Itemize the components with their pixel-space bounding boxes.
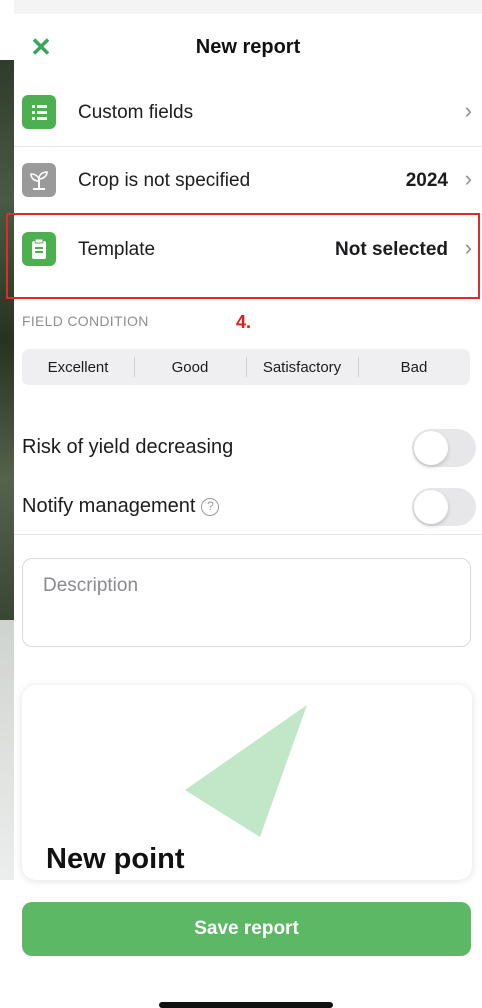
field-condition-segmented-control: Excellent Good Satisfactory Bad <box>22 349 470 385</box>
new-point-card[interactable]: New point <box>22 685 472 880</box>
crop-label: Crop is not specified <box>78 170 251 191</box>
custom-fields-row[interactable]: Custom fields › <box>14 80 482 146</box>
description-field[interactable] <box>22 558 471 647</box>
background-map-strip <box>0 60 14 620</box>
annotation-step-label: 4. <box>236 312 252 332</box>
report-sheet: ✕ New report Custom fields › Crop is not… <box>6 0 482 1008</box>
notify-management-toggle[interactable] <box>412 488 476 526</box>
risk-of-yield-label: Risk of yield decreasing <box>22 436 234 458</box>
save-report-button[interactable]: Save report <box>22 902 471 956</box>
seedling-icon <box>22 163 56 197</box>
notify-management-row: Notify management? <box>22 482 476 530</box>
toggle-knob <box>414 431 448 465</box>
help-icon[interactable]: ? <box>201 497 220 516</box>
chevron-right-icon: › <box>464 166 472 191</box>
notify-management-label: Notify management <box>22 495 196 517</box>
divider <box>14 146 482 147</box>
notify-management-label-wrap: Notify management? <box>22 495 220 518</box>
header: ✕ New report <box>14 20 482 78</box>
page-title: New report <box>195 36 301 58</box>
segment-satisfactory[interactable]: Satisfactory <box>246 349 358 385</box>
card-title: New point <box>46 843 185 875</box>
risk-of-yield-toggle[interactable] <box>412 429 476 467</box>
toggle-knob <box>414 490 448 524</box>
crop-year-value: 2024 <box>405 170 448 191</box>
list-icon <box>22 95 56 129</box>
segment-bad[interactable]: Bad <box>358 349 470 385</box>
sheet-top-strip <box>14 0 482 14</box>
description-input[interactable] <box>43 575 443 597</box>
risk-of-yield-row: Risk of yield decreasing <box>22 423 476 471</box>
custom-fields-label: Custom fields <box>78 102 194 123</box>
chevron-right-icon: › <box>464 98 472 123</box>
crop-row[interactable]: Crop is not specified 2024 › <box>14 148 482 214</box>
annotation-highlight-box <box>6 213 480 299</box>
field-condition-label: FIELD CONDITION <box>22 313 149 329</box>
background-strip-lower <box>0 620 14 880</box>
segment-good[interactable]: Good <box>134 349 246 385</box>
divider <box>14 534 482 535</box>
home-indicator <box>159 1002 333 1008</box>
segment-excellent[interactable]: Excellent <box>22 349 134 385</box>
